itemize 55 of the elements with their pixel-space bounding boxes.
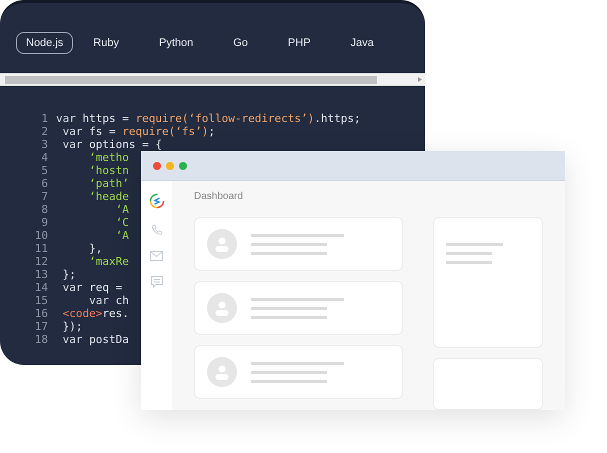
line-number: 1 <box>40 112 49 125</box>
code-line: ‘A <box>114 203 129 216</box>
code-line: }); <box>62 320 82 333</box>
code-line: ‘hostn <box>88 164 129 177</box>
arrow-right-icon[interactable] <box>418 77 422 82</box>
page-title: Dashboard <box>194 191 244 204</box>
chat-icon[interactable] <box>150 276 162 288</box>
line-number: 3 <box>40 138 49 151</box>
line-number: 9 <box>40 216 49 229</box>
code-line: var postDa <box>62 333 129 346</box>
avatar-icon <box>207 293 237 323</box>
line-number: 12 <box>34 255 49 268</box>
language-tab[interactable]: Node.js <box>16 32 74 54</box>
code-line: ‘heade <box>88 190 129 203</box>
mail-icon[interactable] <box>150 251 163 261</box>
code-line: <code>res. <box>62 307 129 320</box>
line-number: 4 <box>40 151 49 164</box>
code-line: ‘maxRe <box>88 255 129 268</box>
line-number: 7 <box>40 190 49 203</box>
line-number: 17 <box>34 320 49 333</box>
language-tab[interactable]: PHP <box>278 32 321 54</box>
code-line: ‘metho <box>88 151 129 164</box>
line-number: 6 <box>40 177 49 190</box>
code-line: ‘A <box>114 229 129 242</box>
language-tab[interactable]: Python <box>148 32 204 54</box>
avatar-icon <box>207 357 237 387</box>
line-number: 16 <box>34 307 49 320</box>
line-number: 11 <box>34 242 49 255</box>
close-icon[interactable] <box>153 162 161 170</box>
phone-icon[interactable] <box>150 224 162 236</box>
code-line: ‘C <box>114 216 129 229</box>
code-line: var ch <box>88 294 129 307</box>
code-line: }, <box>88 242 102 255</box>
code-line: var options = { <box>62 138 162 151</box>
language-tab[interactable]: Go <box>223 32 258 54</box>
code-line: var fs = require(‘fs’); <box>62 125 215 138</box>
code-line: var req = <box>62 281 122 294</box>
language-tab[interactable]: Java <box>340 32 384 54</box>
line-number: 14 <box>34 281 49 294</box>
avatar-icon <box>207 229 237 259</box>
line-number: 10 <box>34 229 49 242</box>
minimize-icon[interactable] <box>166 162 174 170</box>
logo-icon[interactable] <box>148 193 164 209</box>
line-number: 8 <box>40 203 49 216</box>
maximize-icon[interactable] <box>179 162 187 170</box>
line-number: 18 <box>34 333 49 346</box>
code-line: ‘path’ <box>88 177 129 190</box>
code-line: }; <box>62 268 76 281</box>
language-tab[interactable]: Ruby <box>83 32 129 54</box>
line-number: 5 <box>40 164 49 177</box>
line-number: 13 <box>34 268 49 281</box>
line-number: 2 <box>40 125 49 138</box>
horizontal-scrollbar[interactable] <box>0 73 425 86</box>
code-line: var https = require(‘follow-redirects’).https; <box>56 112 361 125</box>
line-number: 15 <box>34 294 49 307</box>
